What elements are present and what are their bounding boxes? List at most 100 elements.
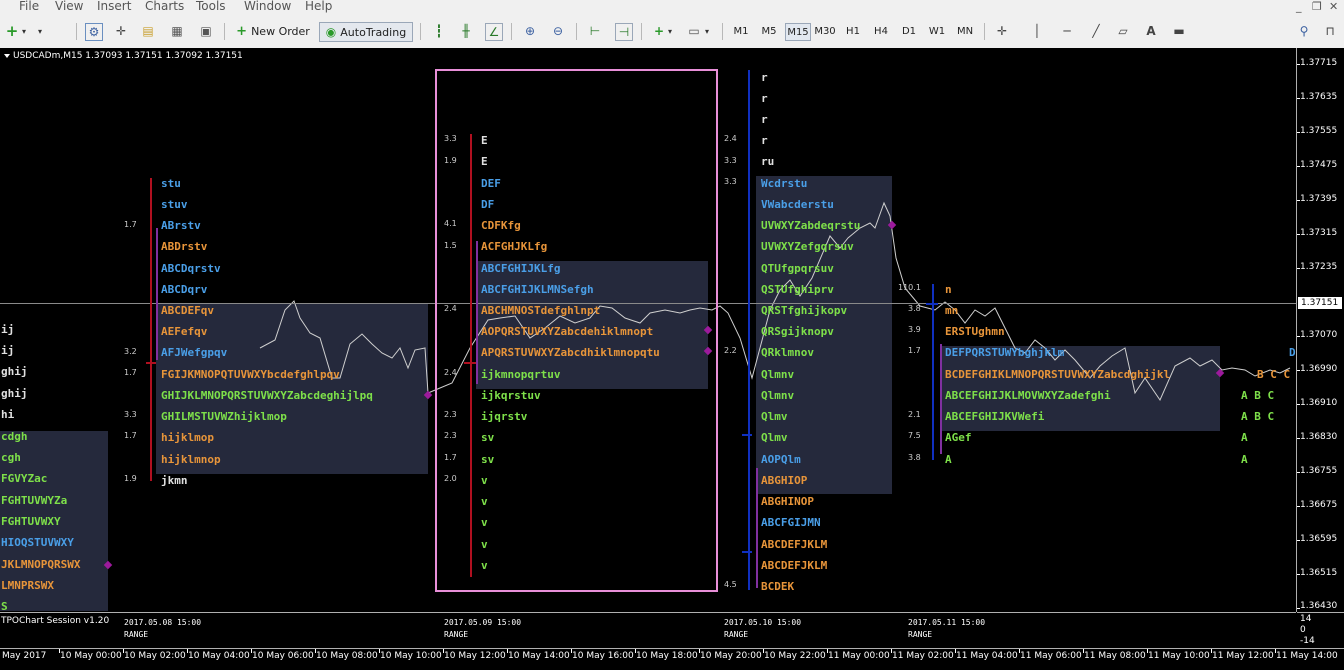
community-icon[interactable]: ⊓ <box>1322 23 1338 39</box>
time-label: 11 May 00:00 <box>828 651 890 661</box>
timeframe-d1[interactable]: D1 <box>897 23 921 39</box>
new-order-button[interactable]: + New Order <box>232 22 314 40</box>
timeframe-mn[interactable]: MN <box>953 23 977 39</box>
timeframe-m5[interactable]: M5 <box>757 23 781 39</box>
horizontal-line-icon[interactable]: ─ <box>1059 23 1075 39</box>
tpo-stat: 7.5 <box>908 431 921 440</box>
session-range: RANGE <box>724 630 749 639</box>
profile-value-bar <box>756 468 758 588</box>
close-icon[interactable]: ✕ <box>1329 0 1338 13</box>
tpo-stat: 1.9 <box>444 156 457 165</box>
tpo-row: A <box>1241 453 1248 466</box>
time-label: 10 May 08:00 <box>316 651 378 661</box>
time-label: 10 May 16:00 <box>572 651 634 661</box>
tpo-row: ABCDqrv <box>161 283 208 296</box>
price-label: 1.37315 <box>1300 228 1338 238</box>
profile-value-bar <box>940 344 942 454</box>
chevron-down-icon[interactable]: ▾ <box>20 23 28 39</box>
tpo-stat: 1.7 <box>124 220 137 229</box>
chart-shift-icon[interactable]: ⊣ <box>615 23 633 41</box>
timeframe-h4[interactable]: H4 <box>869 23 893 39</box>
chevron-down-icon[interactable]: ▾ <box>666 23 674 39</box>
tpo-row: QRSgijknopv <box>761 325 834 338</box>
timeframe-m1[interactable]: M1 <box>729 23 753 39</box>
bar-chart-icon[interactable]: ┇ <box>431 23 447 39</box>
price-label: 1.37635 <box>1300 92 1338 102</box>
menu-tools[interactable]: Tools <box>196 0 226 13</box>
toolbar-divider <box>76 23 77 40</box>
tpo-row: AEFefqv <box>161 325 208 338</box>
indicators-icon[interactable]: + <box>651 23 667 39</box>
menu-charts[interactable]: Charts <box>145 0 184 13</box>
time-label: 11 May 08:00 <box>1084 651 1146 661</box>
indicator-pane[interactable]: TPOChart Session v1.20 2017.05.08 15:00 … <box>0 612 1296 648</box>
indicator-axis-label: 0 <box>1300 625 1306 635</box>
timeframe-m30[interactable]: M30 <box>813 23 837 39</box>
tpo-row: ABrstv <box>161 219 201 232</box>
tpo-stat: 2.1 <box>908 410 921 419</box>
crosshair-icon[interactable]: ✛ <box>113 23 129 39</box>
channel-icon[interactable]: ▱ <box>1115 23 1131 39</box>
timeframe-m15[interactable]: M15 <box>785 23 811 41</box>
tpo-stat: 3.3 <box>724 177 737 186</box>
tpo-stat: 2.4 <box>724 134 737 143</box>
chevron-down-icon[interactable]: ▾ <box>36 23 44 39</box>
profile-range-bar <box>470 134 472 577</box>
tpo-stat: 1.7 <box>124 368 137 377</box>
tpo-row: ijkqrstuv <box>481 389 541 402</box>
folder-icon[interactable]: ▤ <box>140 23 156 39</box>
zoom-in-icon[interactable]: ⊕ <box>522 23 538 39</box>
menu-help[interactable]: Help <box>305 0 332 13</box>
menu-window[interactable]: Window <box>244 0 291 13</box>
candlestick-icon[interactable]: ╫ <box>458 23 474 39</box>
terminal-icon[interactable]: ▣ <box>198 23 214 39</box>
line-chart-icon[interactable]: ∠ <box>485 23 503 41</box>
tpo-stat: 3.2 <box>124 347 137 356</box>
time-axis[interactable]: May 2017 10 May 00:00 10 May 02:00 10 Ma… <box>0 648 1344 670</box>
tpo-stat: 1.5 <box>444 241 457 250</box>
templates-icon[interactable]: ▭ <box>686 23 702 39</box>
tpo-row: AOPQRSTUVXYZabcdehiklmnopt <box>481 325 654 338</box>
autotrading-icon: ◉ <box>325 25 337 39</box>
restore-icon[interactable]: ❐ <box>1312 0 1322 13</box>
zoom-out-icon[interactable]: ⊖ <box>550 23 566 39</box>
tpo-stat: 1.7 <box>444 453 457 462</box>
market-watch-icon[interactable]: ⚙ <box>85 23 103 41</box>
session-range: RANGE <box>444 630 469 639</box>
tpo-row: r <box>761 71 768 84</box>
price-label: 1.37070 <box>1300 330 1338 340</box>
time-label: 10 May 12:00 <box>444 651 506 661</box>
new-chart-icon[interactable]: + <box>4 22 20 40</box>
search-icon[interactable]: ⚲ <box>1296 23 1312 39</box>
timeframe-h1[interactable]: H1 <box>841 23 865 39</box>
text-tool-icon[interactable]: A <box>1143 23 1159 39</box>
tpo-row: GHIJKLMNOPQRSTUVWXYZabcdeghijlpq <box>161 389 373 402</box>
tpo-row: sv <box>481 431 495 444</box>
tpo-row: stuv <box>161 198 188 211</box>
menu-view[interactable]: View <box>55 0 83 13</box>
tpo-row: ABCFGIJMN <box>761 516 821 529</box>
tpo-row: r <box>761 134 768 147</box>
toolbar-divider <box>420 23 421 40</box>
price-axis[interactable]: 1.37715 1.37635 1.37555 1.37475 1.37395 … <box>1297 48 1344 612</box>
chart-window[interactable]: USDCADm,M15 1.37093 1.37151 1.37092 1.37… <box>0 48 1344 648</box>
tpo-row: Wcdrstu <box>761 177 808 190</box>
timeframe-w1[interactable]: W1 <box>925 23 949 39</box>
autotrading-button[interactable]: ◉ AutoTrading <box>319 22 413 42</box>
menu-file[interactable]: File <box>19 0 39 13</box>
crosshair-icon[interactable]: ✛ <box>994 23 1010 39</box>
trendline-icon[interactable]: ╱ <box>1088 23 1104 39</box>
auto-scroll-icon[interactable]: ⊢ <box>587 23 603 39</box>
menu-insert[interactable]: Insert <box>97 0 131 13</box>
navigator-icon[interactable]: ▦ <box>169 23 185 39</box>
tpo-stat: 2.4 <box>444 304 457 313</box>
profile-value-bar <box>156 228 158 360</box>
vertical-line-icon[interactable]: │ <box>1029 23 1045 39</box>
tpo-row: ACFGHJKLfg <box>481 240 548 253</box>
tpo-row: E <box>481 134 488 147</box>
minimize-icon[interactable]: _ <box>1296 0 1302 13</box>
text-label-icon[interactable]: ▬ <box>1171 23 1187 39</box>
toolbar-divider <box>641 23 642 40</box>
chevron-down-icon[interactable]: ▾ <box>703 23 711 39</box>
time-label: 10 May 10:00 <box>380 651 442 661</box>
